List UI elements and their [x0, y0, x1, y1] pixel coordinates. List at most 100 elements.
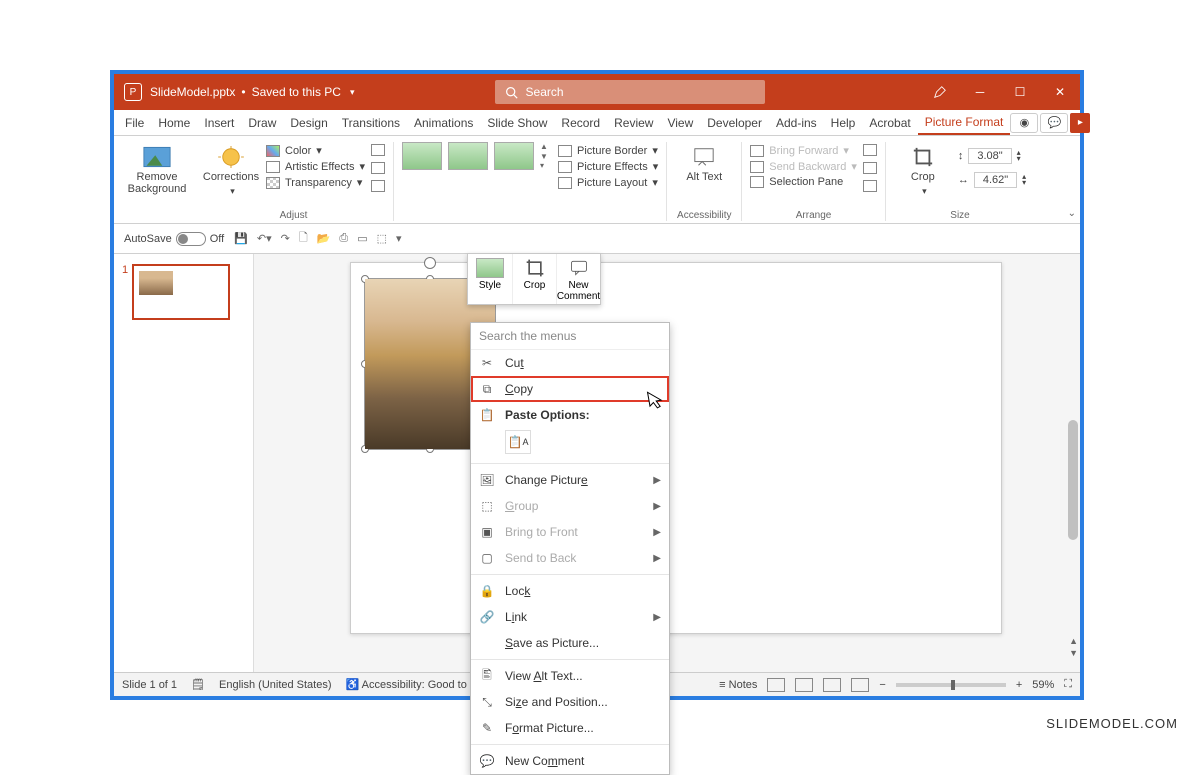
zoom-out-button[interactable]: − [879, 679, 885, 691]
slide-thumbnails-panel[interactable]: 1 [114, 254, 254, 672]
tab-record[interactable]: Record [554, 110, 607, 135]
mini-crop-button[interactable]: Crop [512, 254, 556, 304]
context-lock[interactable]: 🔒Lock [471, 578, 669, 604]
document-title[interactable]: SlideModel.pptx • Saved to this PC ▾ [150, 85, 355, 99]
height-input[interactable]: ↕ 3.08" ▴▾ [958, 148, 1026, 164]
context-cut[interactable]: ✂Cut [471, 350, 669, 376]
context-search[interactable]: Search the menus [471, 323, 669, 350]
tab-developer[interactable]: Developer [700, 110, 769, 135]
picture-styles-gallery[interactable]: ▲▼▾ [402, 142, 552, 170]
compress-icon[interactable] [371, 144, 385, 156]
mini-style-button[interactable]: Style [468, 254, 512, 304]
tab-draw[interactable]: Draw [241, 110, 283, 135]
bring-forward-button[interactable]: Bring Forward ▾ [750, 144, 857, 157]
qat-icon[interactable]: ▭ [357, 232, 367, 245]
minimize-button[interactable]: ─ [960, 74, 1000, 110]
picture-layout-button[interactable]: Picture Layout ▾ [558, 176, 658, 189]
notes-button[interactable]: ≡ Notes [719, 679, 757, 691]
width-input[interactable]: ↔ 4.62" ▴▾ [958, 172, 1026, 188]
context-save-as-picture[interactable]: Save as Picture... [471, 630, 669, 656]
align-icon[interactable] [863, 144, 877, 156]
tab-view[interactable]: View [660, 110, 700, 135]
accessibility-status[interactable]: ♿ Accessibility: Good to go [346, 678, 483, 691]
qat-icon[interactable]: ⬚ [377, 232, 387, 245]
normal-view-icon[interactable] [767, 678, 785, 692]
slide[interactable] [350, 262, 1002, 634]
tab-help[interactable]: Help [824, 110, 863, 135]
reset-picture-icon[interactable] [371, 180, 385, 192]
context-change-picture[interactable]: 🖼Change Picture▶ [471, 467, 669, 493]
group-size: Crop▾ ↕ 3.08" ▴▾ ↔ 4.62" ▴▾ Size [886, 142, 1034, 221]
comments-button[interactable]: 💬 [1040, 113, 1068, 133]
tab-transitions[interactable]: Transitions [335, 110, 407, 135]
qat-icon[interactable]: ⎙ [339, 232, 348, 245]
rotate-icon[interactable] [863, 180, 877, 192]
tab-animations[interactable]: Animations [407, 110, 480, 135]
corrections-button[interactable]: Corrections▾ [202, 142, 260, 197]
zoom-in-button[interactable]: + [1016, 679, 1022, 691]
remove-background-button[interactable]: Remove Background [128, 142, 186, 195]
slide-counter[interactable]: Slide 1 of 1 [122, 679, 177, 691]
spellcheck-icon[interactable]: 🗒 [191, 678, 205, 691]
search-box[interactable]: Search [495, 80, 765, 104]
fit-window-icon[interactable]: ⛶ [1064, 678, 1072, 691]
send-backward-button[interactable]: Send Backward ▾ [750, 160, 857, 173]
autosave-toggle[interactable]: AutoSave Off [124, 232, 224, 246]
close-button[interactable]: ✕ [1040, 74, 1080, 110]
artistic-effects-button[interactable]: Artistic Effects ▾ [266, 160, 365, 173]
sorter-view-icon[interactable] [795, 678, 813, 692]
group-remove-bg: Remove Background [120, 142, 194, 221]
tab-home[interactable]: Home [151, 110, 197, 135]
context-view-alt-text[interactable]: 🖺View Alt Text... [471, 663, 669, 689]
scroll-thumb[interactable] [1068, 420, 1078, 540]
tab-slide-show[interactable]: Slide Show [480, 110, 554, 135]
maximize-button[interactable]: ☐ [1000, 74, 1040, 110]
context-size-and-position[interactable]: ⤡Size and Position... [471, 689, 669, 715]
tab-design[interactable]: Design [283, 110, 334, 135]
qat-icon[interactable]: 📂 [317, 232, 331, 245]
undo-icon[interactable]: ↶▾ [257, 232, 272, 245]
transparency-button[interactable]: Transparency ▾ [266, 176, 365, 189]
ribbon-collapse-icon[interactable]: ⌄ [1068, 208, 1076, 219]
redo-icon[interactable]: ↷ [281, 232, 290, 245]
pen-icon[interactable] [920, 74, 960, 110]
style-thumb[interactable] [494, 142, 534, 170]
style-thumb[interactable] [402, 142, 442, 170]
color-button[interactable]: Color ▾ [266, 144, 365, 157]
vertical-scrollbar[interactable]: ▲ ▼ [1066, 260, 1078, 666]
save-icon[interactable]: 💾 [234, 232, 248, 245]
context-new-comment[interactable]: 💬New Comment [471, 748, 669, 774]
picture-effects-button[interactable]: Picture Effects ▾ [558, 160, 658, 173]
tab-acrobat[interactable]: Acrobat [862, 110, 917, 135]
tab-insert[interactable]: Insert [197, 110, 241, 135]
selection-pane-button[interactable]: Selection Pane [750, 176, 857, 188]
alt-text-button[interactable]: Alt Text [675, 142, 733, 183]
qat-more-icon[interactable]: ▾ [396, 232, 402, 245]
tab-picture-format[interactable]: Picture Format [918, 110, 1011, 135]
paste-option-button[interactable]: 📋A [505, 430, 531, 454]
slideshow-view-icon[interactable] [851, 678, 869, 692]
mini-new-comment-button[interactable]: New Comment [556, 254, 600, 304]
context-format-picture[interactable]: ✎Format Picture... [471, 715, 669, 741]
tab-file[interactable]: File [118, 110, 151, 135]
tab-review[interactable]: Review [607, 110, 660, 135]
change-picture-icon: 🖼 [479, 473, 495, 487]
context-link[interactable]: 🔗Link▶ [471, 604, 669, 630]
change-picture-icon[interactable] [371, 162, 385, 174]
zoom-level[interactable]: 59% [1032, 679, 1054, 691]
tab-addins[interactable]: Add-ins [769, 110, 824, 135]
qat-icon[interactable]: 🗋 [299, 229, 308, 248]
zoom-slider[interactable] [896, 683, 1006, 687]
picture-border-button[interactable]: Picture Border ▾ [558, 144, 658, 157]
reading-view-icon[interactable] [823, 678, 841, 692]
slide-thumbnail[interactable] [132, 264, 230, 320]
context-copy[interactable]: ⧉Copy [471, 376, 669, 402]
style-thumb[interactable] [448, 142, 488, 170]
rotation-handle[interactable] [424, 257, 436, 269]
crop-button[interactable]: Crop▾ [894, 142, 952, 197]
context-menu: Search the menus ✂Cut ⧉Copy 📋Paste Optio… [470, 322, 670, 775]
language-status[interactable]: English (United States) [219, 679, 332, 691]
share-button[interactable]: ▸ [1070, 113, 1090, 133]
group-icon[interactable] [863, 162, 877, 174]
camera-button[interactable]: ◉ [1010, 113, 1038, 133]
